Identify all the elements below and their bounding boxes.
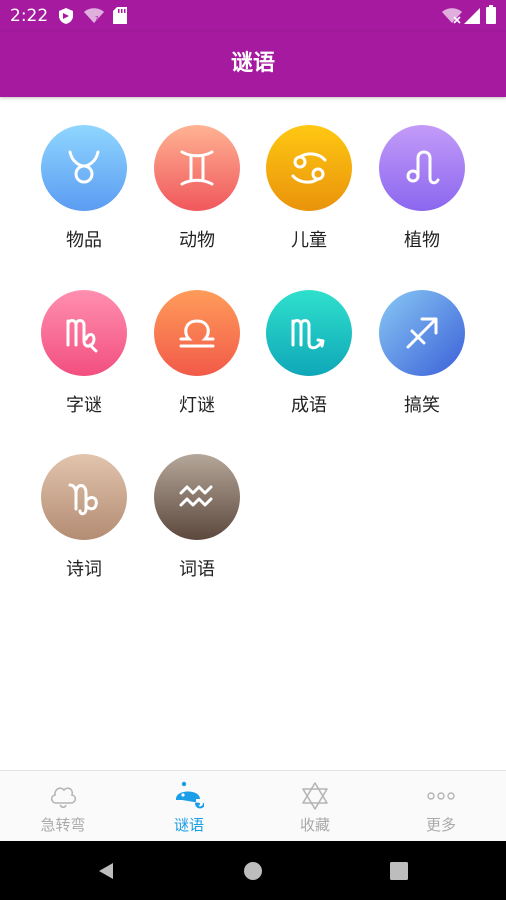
category-item-lantern-riddles[interactable]: 灯谜 (141, 290, 253, 440)
category-item-animals[interactable]: 动物 (141, 125, 253, 275)
category-circle (41, 454, 127, 540)
category-item-poetry[interactable]: 诗词 (28, 454, 140, 604)
category-label: 物品 (66, 230, 102, 251)
leo-icon (406, 150, 440, 185)
system-nav-bar (0, 841, 506, 900)
category-item-objects[interactable]: 物品 (28, 125, 140, 275)
category-item-plants[interactable]: 植物 (366, 125, 478, 275)
bottom-nav: 急转弯 谜语 收藏 更多 (0, 770, 506, 841)
cancer-icon (291, 152, 327, 184)
riddle-icon (176, 781, 204, 809)
category-label: 成语 (291, 395, 327, 416)
page-title: 谜语 (230, 51, 275, 76)
category-circle (266, 125, 352, 211)
nav-label: 收藏 (299, 816, 330, 834)
screen: 2:22 ? 谜语 物品 动物 儿童 植物 字谜 灯谜 成语 搞笑 诗词 词语 … (0, 0, 506, 900)
recents-icon[interactable] (389, 861, 409, 881)
category-circle (154, 125, 240, 211)
scorpio-icon (291, 319, 325, 350)
category-label: 动物 (179, 230, 215, 251)
capricorn-icon (68, 483, 98, 516)
category-circle (41, 290, 127, 376)
gemini-icon (180, 150, 214, 186)
aquarius-icon (179, 485, 213, 507)
category-item-character-riddles[interactable]: 字谜 (28, 290, 140, 440)
status-bar: 2:22 ? (0, 0, 506, 32)
battery-icon (486, 5, 496, 24)
category-label: 儿童 (291, 230, 327, 251)
signal-icon (464, 8, 480, 24)
category-circle (154, 290, 240, 376)
tab-riddles[interactable]: 谜语 (126, 771, 252, 842)
libra-icon (179, 319, 215, 348)
category-item-idioms[interactable]: 成语 (253, 290, 365, 440)
category-label: 词语 (179, 559, 215, 580)
sagittarius-icon (406, 317, 438, 349)
category-label: 植物 (404, 230, 440, 251)
category-item-children[interactable]: 儿童 (253, 125, 365, 275)
category-label: 字谜 (66, 395, 102, 416)
nav-label: 谜语 (173, 816, 204, 834)
nav-label: 更多 (425, 816, 456, 834)
sd-card-icon (113, 7, 127, 24)
more-dots-icon (427, 792, 455, 800)
status-time: 2:22 (10, 6, 49, 26)
cloud-icon (50, 787, 77, 809)
taurus-icon (68, 150, 100, 184)
app-bar: 谜语 (0, 32, 506, 97)
category-label: 搞笑 (404, 395, 440, 416)
nav-label: 急转弯 (40, 816, 86, 834)
star-of-david-icon (302, 782, 328, 810)
wifi-question-icon: ? (84, 8, 104, 23)
home-icon[interactable] (243, 861, 263, 881)
category-item-jokes[interactable]: 搞笑 (366, 290, 478, 440)
tab-favorites[interactable]: 收藏 (252, 771, 378, 842)
tab-brain-teasers[interactable]: 急转弯 (0, 771, 126, 842)
category-circle (379, 290, 465, 376)
virgo-icon (66, 319, 98, 353)
category-label: 诗词 (66, 559, 102, 580)
category-circle (41, 125, 127, 211)
category-circle (266, 290, 352, 376)
back-icon[interactable] (96, 861, 116, 881)
category-circle (154, 454, 240, 540)
category-label: 灯谜 (179, 395, 215, 416)
tab-more[interactable]: 更多 (378, 771, 504, 842)
wifi-off-icon (442, 8, 462, 24)
category-item-words[interactable]: 词语 (141, 454, 253, 604)
category-circle (379, 125, 465, 211)
svg-text:?: ? (95, 15, 99, 23)
shield-icon (59, 8, 73, 24)
